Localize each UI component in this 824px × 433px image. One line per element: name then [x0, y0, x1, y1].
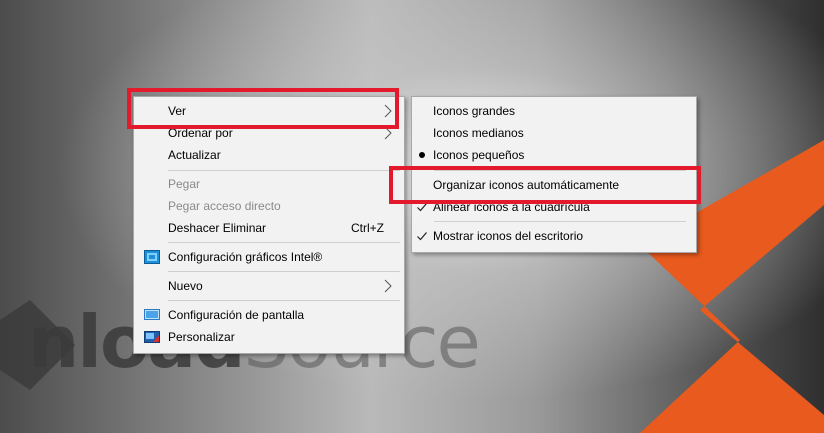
highlight-box-organizar — [389, 166, 701, 204]
menu-separator — [168, 271, 400, 272]
menu-item-nuevo[interactable]: Nuevo — [134, 275, 404, 297]
menu-separator — [168, 170, 400, 171]
personalize-icon — [144, 331, 160, 343]
radio-bullet-icon — [419, 152, 425, 158]
shortcut-text: Ctrl+Z — [351, 221, 384, 235]
menu-separator — [434, 221, 686, 222]
intel-graphics-icon — [144, 250, 160, 264]
menu-separator — [168, 242, 400, 243]
menu-item-pegar[interactable]: Pegar — [134, 173, 404, 195]
menu-item-deshacer-eliminar[interactable]: Deshacer Eliminar Ctrl+Z — [134, 217, 404, 239]
menu-item-personalizar[interactable]: Personalizar — [134, 326, 404, 348]
submenu-item-mostrar-iconos[interactable]: Mostrar iconos del escritorio — [412, 225, 696, 247]
menu-item-actualizar[interactable]: Actualizar — [134, 144, 404, 166]
checkmark-icon — [417, 232, 427, 241]
chevron-right-icon — [384, 279, 392, 293]
submenu-item-iconos-grandes[interactable]: Iconos grandes — [412, 100, 696, 122]
submenu-item-iconos-pequenos[interactable]: Iconos pequeños — [412, 144, 696, 166]
desktop-context-menu: Ver Ordenar por Actualizar Pegar Pegar a… — [133, 96, 405, 354]
menu-item-pegar-acceso-directo[interactable]: Pegar acceso directo — [134, 195, 404, 217]
menu-separator — [168, 300, 400, 301]
submenu-item-iconos-medianos[interactable]: Iconos medianos — [412, 122, 696, 144]
display-settings-icon — [144, 309, 160, 320]
menu-item-configuracion-pantalla[interactable]: Configuración de pantalla — [134, 304, 404, 326]
highlight-box-ver — [127, 88, 399, 129]
menu-item-intel-graphics[interactable]: Configuración gráficos Intel® — [134, 246, 404, 268]
